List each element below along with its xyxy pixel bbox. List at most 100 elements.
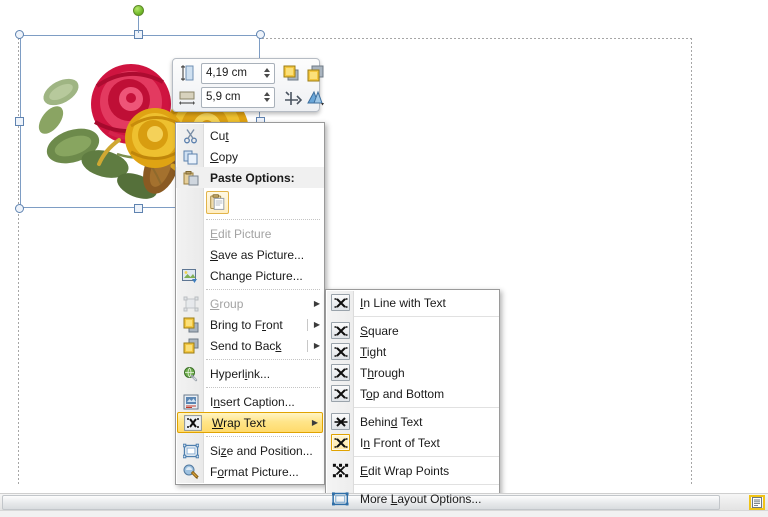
resize-handle-top-left[interactable]	[15, 30, 24, 39]
shape-width-field[interactable]: 5,9 cm	[201, 87, 275, 108]
menu-item-size-and-position[interactable]: Size and Position...	[176, 440, 324, 461]
menu-separator	[206, 436, 320, 437]
save-as-picture-icon	[177, 245, 204, 265]
submenu-item-tight-label: Tight	[354, 346, 499, 358]
resize-handle-middle-left[interactable]	[15, 117, 24, 126]
edit-wrap-points-icon	[327, 461, 354, 481]
shape-width-value: 5,9 cm	[206, 91, 262, 103]
shape-width-icon	[177, 87, 198, 108]
wrap-through-icon	[327, 363, 354, 383]
menu-item-hyperlink[interactable]: Hyperlink...	[176, 363, 324, 384]
menu-item-insert-caption-label: Insert Caption...	[204, 396, 324, 408]
shape-width-spinner[interactable]	[262, 92, 273, 102]
picture-context-menu[interactable]: Cut Copy Paste Options:	[175, 122, 325, 485]
more-layout-icon	[327, 489, 354, 509]
hyperlink-icon	[177, 364, 204, 384]
submenu-item-top-and-bottom[interactable]: Top and Bottom	[326, 383, 499, 404]
menu-item-paste-options: Paste Options:	[176, 167, 324, 188]
picture-mini-toolbar[interactable]: 4,19 cm 5,9 cm	[172, 58, 320, 112]
document-canvas: 4,19 cm 5,9 cm	[0, 0, 768, 517]
resize-handle-bottom-left[interactable]	[15, 204, 24, 213]
submenu-item-behind-text[interactable]: Behind Text	[326, 411, 499, 432]
submenu-item-square-label: Square	[354, 325, 499, 337]
submenu-item-behind-text-label: Behind Text	[354, 416, 499, 428]
menu-item-edit-picture: Edit Picture	[176, 223, 324, 244]
wrap-text-submenu[interactable]: In Line with Text Square	[325, 289, 500, 512]
menu-item-send-to-back[interactable]: Send to Back ▶	[176, 335, 324, 356]
view-mode-icon	[752, 497, 762, 508]
menu-item-change-picture[interactable]: Change Picture...	[176, 265, 324, 286]
wrap-behind-icon	[327, 412, 354, 432]
edit-picture-icon	[177, 224, 204, 244]
menu-item-save-as-picture-label: Save as Picture...	[204, 249, 324, 261]
submenu-item-in-front-of-text-label: In Front of Text	[354, 437, 499, 449]
wrap-topbottom-icon	[327, 384, 354, 404]
menu-separator	[206, 359, 320, 360]
menu-item-format-picture[interactable]: Format Picture...	[176, 461, 324, 482]
paste-options-gallery[interactable]	[176, 188, 324, 216]
menu-item-bring-to-front[interactable]: Bring to Front ▶	[176, 314, 324, 335]
change-picture-icon	[177, 266, 204, 286]
menu-split-divider	[307, 319, 308, 331]
bring-forward-icon[interactable]	[281, 63, 302, 84]
resize-handle-bottom-center[interactable]	[134, 204, 143, 213]
send-backward-icon[interactable]	[305, 63, 326, 84]
submenu-item-in-front-of-text[interactable]: In Front of Text	[326, 432, 499, 453]
menu-item-edit-picture-label: Edit Picture	[204, 228, 324, 240]
menu-item-cut[interactable]: Cut	[176, 125, 324, 146]
submenu-chevron-icon[interactable]: ▶	[310, 341, 324, 350]
shape-height-field[interactable]: 4,19 cm	[201, 63, 275, 84]
menu-item-copy-label: Copy	[204, 151, 324, 163]
view-mode-button[interactable]	[749, 495, 765, 510]
submenu-item-through[interactable]: Through	[326, 362, 499, 383]
format-picture-icon	[177, 462, 204, 482]
submenu-chevron-icon: ▶	[310, 299, 324, 308]
wrap-front-icon	[327, 433, 354, 453]
submenu-item-edit-wrap-points-label: Edit Wrap Points	[354, 465, 499, 477]
rotate-handle[interactable]	[133, 5, 144, 16]
resize-handle-top-right[interactable]	[256, 30, 265, 39]
insert-caption-icon	[177, 392, 204, 412]
submenu-separator	[354, 316, 499, 317]
rotate-icon[interactable]	[305, 87, 326, 108]
text-boundary-left	[18, 38, 19, 486]
paste-icon	[177, 168, 204, 188]
submenu-chevron-icon[interactable]: ▶	[308, 418, 322, 427]
submenu-item-edit-wrap-points[interactable]: Edit Wrap Points	[326, 460, 499, 481]
submenu-item-tight[interactable]: Tight	[326, 341, 499, 362]
menu-item-paste-options-label: Paste Options:	[204, 172, 324, 184]
menu-item-save-as-picture[interactable]: Save as Picture...	[176, 244, 324, 265]
wrap-tight-icon	[327, 342, 354, 362]
menu-item-cut-label: Cut	[204, 130, 324, 142]
shape-height-value: 4,19 cm	[206, 67, 262, 79]
wrap-text-icon	[179, 413, 206, 433]
copy-icon	[177, 147, 204, 167]
menu-item-copy[interactable]: Copy	[176, 146, 324, 167]
menu-item-size-and-position-label: Size and Position...	[204, 445, 324, 457]
submenu-item-through-label: Through	[354, 367, 499, 379]
paste-keep-source-formatting-button[interactable]	[206, 191, 229, 214]
rotate-handle-stem	[138, 13, 139, 33]
menu-item-change-picture-label: Change Picture...	[204, 270, 324, 282]
submenu-item-square[interactable]: Square	[326, 320, 499, 341]
menu-separator	[206, 219, 320, 220]
wrap-inline-icon	[327, 293, 354, 313]
wrap-square-icon	[327, 321, 354, 341]
submenu-item-more-layout-options[interactable]: More Layout Options...	[326, 488, 499, 509]
menu-item-format-picture-label: Format Picture...	[204, 466, 324, 478]
position-icon[interactable]	[281, 87, 302, 108]
menu-item-wrap-text-label: Wrap Text	[206, 417, 308, 429]
text-boundary-right	[691, 38, 692, 486]
menu-item-group-label: Group	[204, 298, 310, 310]
status-bar-strip	[0, 510, 768, 517]
shape-height-spinner[interactable]	[262, 68, 273, 78]
shape-height-icon	[177, 63, 198, 84]
submenu-item-in-line-with-text-label: In Line with Text	[354, 297, 499, 309]
submenu-item-more-layout-options-label: More Layout Options...	[354, 493, 499, 505]
menu-item-insert-caption[interactable]: Insert Caption...	[176, 391, 324, 412]
submenu-item-top-and-bottom-label: Top and Bottom	[354, 388, 499, 400]
menu-item-wrap-text[interactable]: Wrap Text ▶	[177, 412, 323, 433]
submenu-chevron-icon[interactable]: ▶	[310, 320, 324, 329]
submenu-item-in-line-with-text[interactable]: In Line with Text	[326, 292, 499, 313]
bring-to-front-icon	[177, 315, 204, 335]
